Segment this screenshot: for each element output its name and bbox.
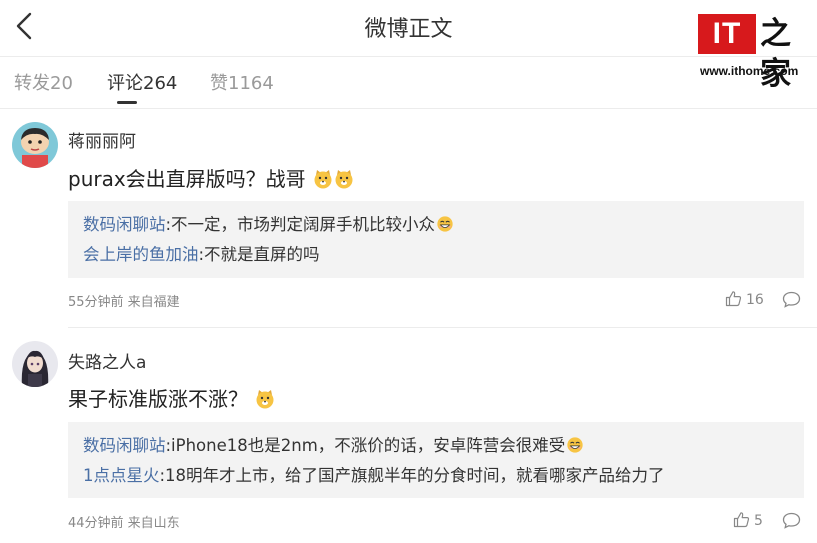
reply-text: :不一定，市场判定阔屏手机比较小众 [165,215,436,234]
doge-emoji-icon [314,170,332,189]
like-button[interactable]: 16 [725,290,764,308]
comment-meta: 44分钟前 来自山东 [68,516,180,531]
top-bar: 微博正文 [0,0,817,57]
thumbs-up-icon [725,291,742,307]
reply-text: :iPhone18也是2nm，不涨价的话，安卓阵营会很难受 [165,436,566,455]
reply-username[interactable]: 会上岸的鱼加油 [83,245,199,264]
reply-username[interactable]: 1点点星火 [83,466,160,485]
doge-emoji-icon [256,390,274,409]
like-count: 16 [746,292,764,308]
tab-bar: 转发20 评论264 赞1164 [0,56,817,109]
tab-comments[interactable]: 评论264 [107,69,177,95]
username[interactable]: 蒋丽丽阿 [68,127,136,152]
tab-reposts[interactable]: 转发20 [14,69,73,95]
reply-box[interactable]: 数码闲聊站:不一定，市场判定阔屏手机比较小众 会上岸的鱼加油:不就是直屏的吗 [68,201,804,278]
reply-text: :不就是直屏的吗 [198,245,320,264]
reply-username[interactable]: 数码闲聊站 [83,215,166,234]
reply-button[interactable] [782,291,801,312]
like-count: 5 [754,513,763,529]
divider [68,327,817,328]
logo-it-mark: IT [698,14,756,54]
comment-text: 果子标准版涨不涨？ [68,383,275,412]
reply-item: 数码闲聊站:不一定，市场判定阔屏手机比较小众 [83,211,454,235]
doge-emoji-icon [335,170,353,189]
comment-bubble-icon [782,512,801,529]
laugh-emoji-icon [437,216,453,232]
avatar[interactable] [12,122,58,168]
reply-button[interactable] [782,512,801,533]
laugh-emoji-icon [567,437,583,453]
reply-username[interactable]: 数码闲聊站 [83,436,166,455]
comment-item: 蒋丽丽阿 purax会出直屏版吗？战哥 数码闲聊站:不一定，市场判定阔屏手机比较… [0,110,817,328]
username[interactable]: 失路之人a [68,348,146,373]
like-button[interactable]: 5 [733,511,763,529]
comment-item: 失路之人a 果子标准版涨不涨？ 数码闲聊站:iPhone18也是2nm，不涨价的… [0,329,817,543]
comment-bubble-icon [782,291,801,308]
comment-meta: 55分钟前 来自福建 [68,295,180,310]
thumbs-up-icon [733,512,750,528]
tab-likes[interactable]: 赞1164 [210,69,274,95]
page-title: 微博正文 [364,17,453,42]
comment-text-content: 果子标准版涨不涨？ [68,387,248,411]
reply-text: :18明年才上市，给了国产旗舰半年的分食时间，就看哪家产品给力了 [159,466,665,485]
reply-item: 会上岸的鱼加油:不就是直屏的吗 [83,241,320,265]
reply-item: 1点点星火:18明年才上市，给了国产旗舰半年的分食时间，就看哪家产品给力了 [83,462,665,486]
avatar[interactable] [12,341,58,387]
reply-box[interactable]: 数码闲聊站:iPhone18也是2nm，不涨价的话，安卓阵营会很难受 1点点星火… [68,422,804,498]
comment-text: purax会出直屏版吗？战哥 [68,163,354,192]
active-tab-indicator [117,101,137,104]
comment-text-content: purax会出直屏版吗？战哥 [68,167,306,191]
reply-item: 数码闲聊站:iPhone18也是2nm，不涨价的话，安卓阵营会很难受 [83,432,584,456]
